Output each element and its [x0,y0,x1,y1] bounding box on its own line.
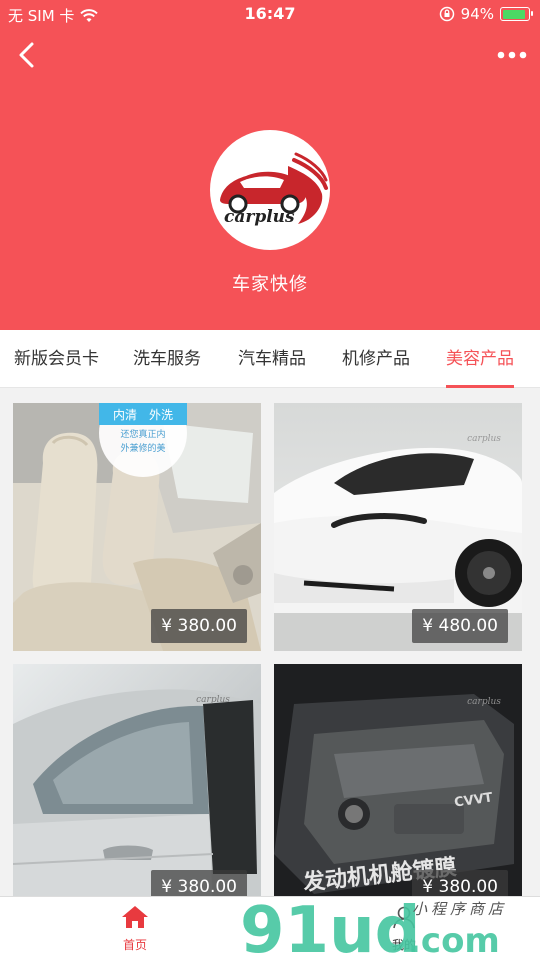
image-watermark: carplus [467,434,501,444]
shop-name: 车家快修 [232,274,308,295]
product-card[interactable]: carplus ¥ 380.00 [13,664,261,912]
home-icon [122,906,148,928]
nav-profile[interactable]: 我的 [374,905,434,953]
shop-header: carplus 车家快修 [0,28,540,330]
carplus-logo: carplus [220,152,328,227]
tab-repair-products[interactable]: 机修产品 [342,330,410,388]
nav-home[interactable]: 首页 [105,905,165,953]
product-card[interactable]: 内清 外洗 还您真正内 外兼修的美 ¥ 380.00 [13,403,261,651]
battery-percent: 94% [460,5,494,23]
product-price: ¥ 480.00 [412,609,508,643]
logo-text: carplus [224,207,295,227]
image-watermark: carplus [467,697,501,707]
product-card[interactable]: carplus ¥ 480.00 [274,403,522,651]
tab-membership-card[interactable]: 新版会员卡 [14,330,99,388]
tab-car-wash[interactable]: 洗车服务 [133,330,201,388]
product-card[interactable]: CVVT carplus 发动机机舱镀膜 ¥ 380.00 [274,664,522,912]
product-price: ¥ 380.00 [151,609,247,643]
shop-logo: carplus [210,130,330,250]
tab-beauty-products[interactable]: 美容产品 [446,330,514,388]
orientation-lock-icon [439,6,454,22]
nav-profile-label: 我的 [391,938,416,952]
badge-line-1: 还您真正内 [120,428,165,440]
status-bar: 无 SIM 卡 16:47 94% [0,0,540,28]
battery-fill [502,9,526,19]
category-tabs: 新版会员卡 洗车服务 汽车精品 机修产品 美容产品 [0,330,540,388]
more-icon[interactable] [494,42,530,68]
bottom-nav: 首页 我的 [0,896,540,960]
battery-icon [500,7,533,21]
nav-home-label: 首页 [122,938,147,952]
user-icon [393,906,415,929]
image-watermark: carplus [196,695,230,705]
back-icon[interactable] [12,40,42,70]
tab-car-accessories[interactable]: 汽车精品 [238,330,306,388]
badge-title: 内清 外洗 [113,408,173,422]
badge-line-2: 外兼修的美 [120,442,165,454]
